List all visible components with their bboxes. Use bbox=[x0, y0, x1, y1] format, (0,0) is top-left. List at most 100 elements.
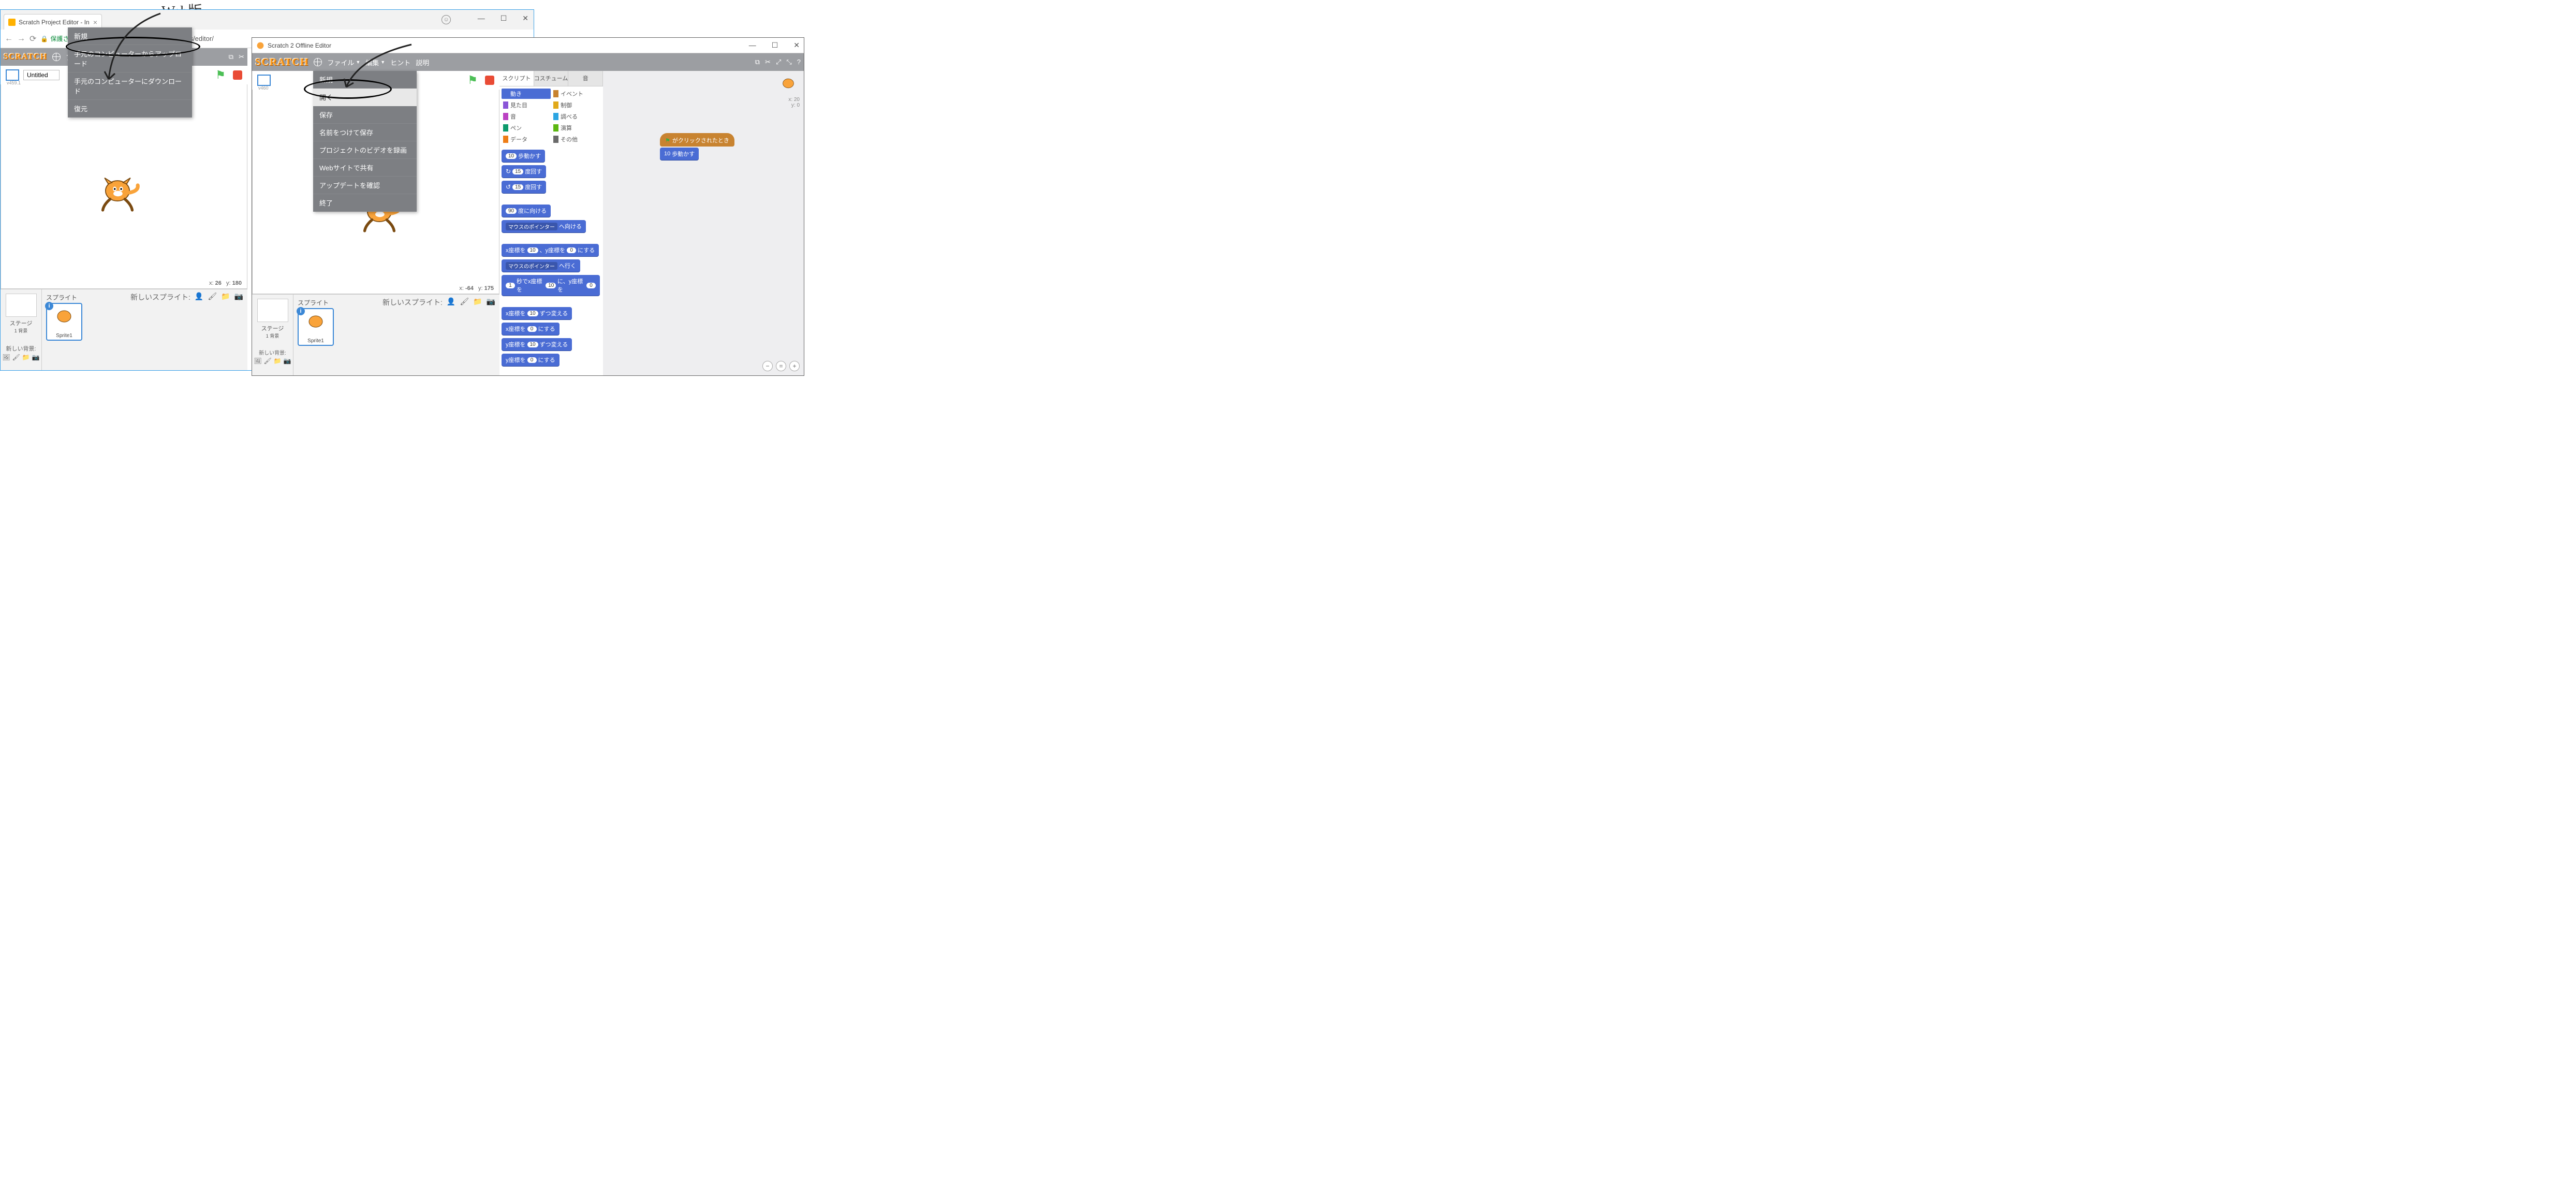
block-change-y[interactable]: y座標を10ずつ変える bbox=[502, 338, 572, 351]
sprite-camera-icon[interactable]: 📷 bbox=[234, 292, 243, 302]
zoom-out-icon[interactable]: − bbox=[762, 361, 773, 371]
sprite-info-icon[interactable]: i bbox=[45, 302, 53, 310]
block-goto-xy[interactable]: x座標を10、y座標を0にする bbox=[502, 244, 599, 256]
backdrop-upload-icon-off[interactable]: 📁 bbox=[274, 357, 282, 365]
stop-sign-icon[interactable] bbox=[233, 70, 242, 80]
block-change-x[interactable]: x座標を10ずつ変える bbox=[502, 307, 572, 319]
canvas-block-move[interactable]: 10歩動かす bbox=[660, 148, 699, 160]
backdrop-library-icon[interactable]: 🖼 bbox=[2, 354, 10, 361]
zoom-reset-icon[interactable]: = bbox=[776, 361, 786, 371]
backdrop-paint-icon-off[interactable]: 🖌 bbox=[264, 357, 272, 365]
block-point-dir[interactable]: 90度に向ける bbox=[502, 205, 551, 217]
scratch-cat-sprite bbox=[94, 172, 141, 214]
toolbar-help-icon-off[interactable]: ? bbox=[797, 58, 801, 66]
cat-events[interactable]: イベント bbox=[552, 89, 601, 99]
block-set-y[interactable]: y座標を0にする bbox=[502, 354, 560, 366]
sprite-camera-icon-off[interactable]: 📷 bbox=[487, 297, 495, 308]
cat-motion[interactable]: 動き bbox=[502, 89, 551, 99]
close-button[interactable]: ✕ bbox=[522, 14, 528, 23]
dd-revert-web[interactable]: 復元 bbox=[68, 100, 192, 118]
dd-download-web[interactable]: 手元のコンピューターにダウンロード bbox=[68, 72, 192, 100]
fullscreen-icon[interactable] bbox=[6, 69, 19, 81]
block-set-x[interactable]: x座標を0にする bbox=[502, 323, 560, 335]
nav-back-icon[interactable]: ← bbox=[5, 34, 13, 43]
sprite-item-sprite1-off[interactable]: i Sprite1 bbox=[298, 308, 334, 346]
menu-edit-offline[interactable]: 編集▼ bbox=[365, 57, 385, 67]
dd-update-off[interactable]: アップデートを確認 bbox=[313, 177, 417, 194]
tab-costumes[interactable]: コスチューム bbox=[534, 71, 569, 86]
tab-close-icon[interactable]: × bbox=[93, 18, 97, 26]
cat-looks[interactable]: 見た目 bbox=[502, 100, 551, 110]
backdrop-library-icon-off[interactable]: 🖼 bbox=[254, 357, 261, 365]
sprite-upload-icon[interactable]: 📁 bbox=[221, 292, 230, 302]
sprite-paint-icon[interactable]: 🖌 bbox=[208, 292, 217, 302]
dd-upload-web[interactable]: 手元のコンピューターからアップロード bbox=[68, 48, 192, 72]
zoom-in-icon[interactable]: + bbox=[789, 361, 800, 371]
minimize-button[interactable]: — bbox=[478, 14, 485, 23]
toolbar-stamp-icon[interactable]: ⧉ bbox=[229, 53, 233, 61]
sprite-upload-icon-off[interactable]: 📁 bbox=[473, 297, 482, 308]
sprite-item-sprite1[interactable]: i Sprite1 bbox=[46, 303, 82, 341]
cat-sound[interactable]: 音 bbox=[502, 111, 551, 122]
toolbar-grow-icon-off[interactable]: ⤢ bbox=[776, 58, 781, 66]
globe-icon[interactable] bbox=[52, 53, 61, 61]
maximize-button[interactable]: ☐ bbox=[501, 14, 507, 23]
green-flag-icon[interactable]: ⚑ bbox=[215, 68, 226, 82]
cat-pen[interactable]: ペン bbox=[502, 123, 551, 133]
stage-thumbnail-off[interactable] bbox=[257, 299, 288, 322]
backdrop-camera-icon-off[interactable]: 📷 bbox=[284, 357, 291, 365]
stage-thumbnail[interactable] bbox=[6, 294, 37, 317]
sprite-paint-icon-off[interactable]: 🖌 bbox=[460, 297, 469, 308]
dd-save-off[interactable]: 保存 bbox=[313, 106, 417, 124]
block-point-towards[interactable]: マウスのポインターへ向ける bbox=[502, 220, 586, 232]
tab-scripts[interactable]: スクリプト bbox=[499, 71, 534, 86]
cat-sensing[interactable]: 調べる bbox=[552, 111, 601, 122]
fullscreen-icon-off[interactable] bbox=[257, 75, 271, 86]
cat-control[interactable]: 制御 bbox=[552, 100, 601, 110]
block-glide[interactable]: 1秒でx座標を10に、y座標を0 bbox=[502, 275, 600, 296]
cat-data[interactable]: データ bbox=[502, 134, 551, 144]
block-goto[interactable]: マウスのポインターへ行く bbox=[502, 259, 580, 272]
dd-quit-off[interactable]: 終了 bbox=[313, 194, 417, 212]
nav-forward-icon[interactable]: → bbox=[17, 34, 25, 43]
dd-saveas-off[interactable]: 名前をつけて保存 bbox=[313, 124, 417, 141]
project-title-input[interactable] bbox=[23, 70, 60, 80]
cat-more[interactable]: その他 bbox=[552, 134, 601, 144]
toolbar-stamp-icon-off[interactable]: ⧉ bbox=[755, 58, 760, 66]
stop-sign-icon-off[interactable] bbox=[485, 76, 494, 85]
nav-reload-icon[interactable]: ⟳ bbox=[30, 34, 36, 44]
dd-new-off[interactable]: 新規 bbox=[313, 71, 417, 89]
offline-close-button[interactable]: ✕ bbox=[793, 41, 800, 50]
menu-tips-offline[interactable]: ヒント bbox=[390, 57, 410, 67]
green-flag-icon-off[interactable]: ⚑ bbox=[467, 74, 478, 87]
toolbar-cut-icon[interactable]: ✂ bbox=[239, 53, 244, 61]
dd-record-off[interactable]: プロジェクトのビデオを録画 bbox=[313, 141, 417, 159]
hat-when-flag-clicked[interactable]: ⚑がクリックされたとき bbox=[660, 133, 734, 147]
backdrop-upload-icon[interactable]: 📁 bbox=[22, 354, 30, 361]
block-move-steps[interactable]: 10歩動かす bbox=[502, 150, 545, 162]
tab-sounds[interactable]: 音 bbox=[568, 71, 603, 86]
sprite-info-icon-off[interactable]: i bbox=[297, 307, 305, 315]
sprite-library-icon[interactable]: 👤 bbox=[195, 292, 203, 302]
dd-share-off[interactable]: Webサイトで共有 bbox=[313, 159, 417, 177]
menu-file-offline[interactable]: ファイル▼ bbox=[327, 57, 360, 67]
sprite-library-icon-off[interactable]: 👤 bbox=[447, 297, 455, 308]
user-icon[interactable]: ☺ bbox=[441, 15, 451, 24]
block-turn-ccw[interactable]: ↺15度回す bbox=[502, 181, 546, 193]
toolbar-shrink-icon-off[interactable]: ⤡ bbox=[786, 58, 791, 66]
canvas-xy: x: 20 y: 0 bbox=[788, 97, 800, 108]
backdrop-paint-icon[interactable]: 🖌 bbox=[12, 354, 20, 361]
globe-icon-offline[interactable] bbox=[314, 58, 322, 66]
sprites-col-web: スプライト 新しいスプライト: 👤 🖌 📁 📷 i Sprite1 bbox=[42, 289, 247, 370]
menu-about-offline[interactable]: 説明 bbox=[416, 57, 429, 67]
scratch-logo[interactable]: SCRATCH bbox=[4, 52, 47, 62]
offline-minimize-button[interactable]: — bbox=[749, 41, 756, 50]
script-canvas[interactable]: x: 20 y: 0 ⚑がクリックされたとき 10歩動かす − = + bbox=[603, 71, 804, 375]
scratch-logo-offline[interactable]: SCRATCH bbox=[255, 56, 308, 68]
toolbar-cut-icon-off[interactable]: ✂ bbox=[765, 58, 771, 66]
dd-open-off[interactable]: 開く bbox=[313, 89, 417, 106]
backdrop-camera-icon[interactable]: 📷 bbox=[32, 354, 40, 361]
block-turn-cw[interactable]: ↻15度回す bbox=[502, 165, 546, 178]
cat-operators[interactable]: 演算 bbox=[552, 123, 601, 133]
offline-maximize-button[interactable]: ☐ bbox=[772, 41, 778, 50]
